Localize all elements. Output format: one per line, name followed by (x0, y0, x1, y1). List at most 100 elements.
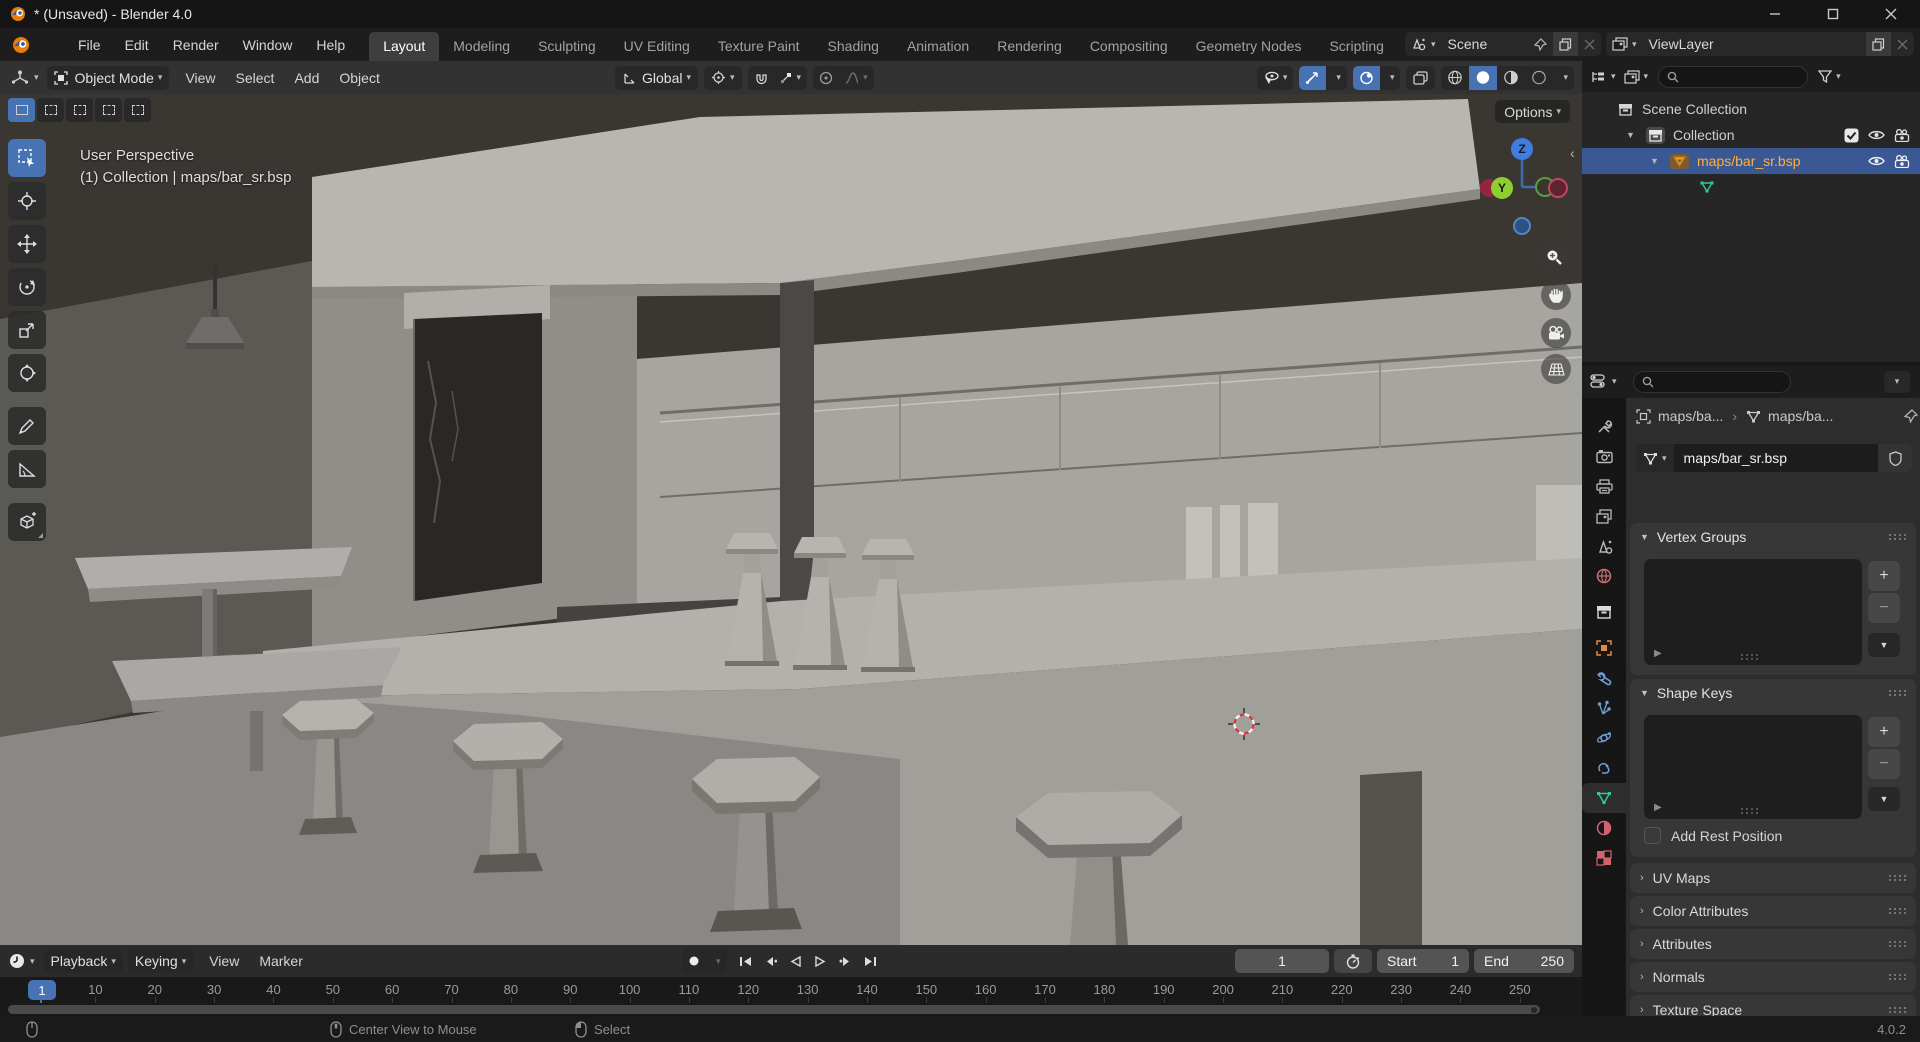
tab-modifiers[interactable] (1582, 663, 1626, 693)
outliner-row-scene-collection[interactable]: Scene Collection (1582, 96, 1920, 122)
select-mode-intersect[interactable] (124, 98, 151, 122)
list-expand-icon[interactable]: ▶ (1654, 802, 1662, 813)
outliner-row-object-selected[interactable]: ▼ maps/bar_sr.bsp (1582, 148, 1920, 174)
use-preview-range-button[interactable] (1334, 949, 1372, 973)
shading-wireframe-button[interactable] (1441, 66, 1469, 90)
shape-key-specials-dropdown[interactable]: ▼ (1868, 787, 1900, 811)
unlink-scene-icon[interactable] (1578, 32, 1601, 56)
list-expand-icon[interactable]: ▶ (1654, 648, 1662, 659)
tab-world[interactable] (1582, 561, 1626, 591)
shape-keys-panel-header[interactable]: ▼ Shape Keys (1630, 679, 1916, 707)
close-button[interactable] (1862, 0, 1920, 28)
vertex-groups-list[interactable]: ▶ (1644, 559, 1862, 665)
scrollbar-knob[interactable] (1531, 1007, 1537, 1013)
menu-file[interactable]: File (66, 32, 113, 58)
axis-z-ball[interactable]: Z (1511, 138, 1533, 160)
shading-rendered-button[interactable] (1525, 66, 1553, 90)
tab-scripting[interactable]: Scripting (1315, 32, 1397, 61)
overlays-dropdown[interactable]: ▾ (1380, 66, 1401, 90)
show-gizmo-toggle[interactable] (1299, 66, 1326, 90)
pin-icon[interactable] (1904, 409, 1918, 423)
properties-editor-icon[interactable]: ▾ (1590, 374, 1617, 389)
disable-render-camera-icon[interactable] (1894, 129, 1910, 142)
tab-view-layer[interactable] (1582, 501, 1626, 531)
vertex-group-specials-dropdown[interactable]: ▼ (1868, 633, 1900, 657)
drag-grip-icon[interactable] (1888, 940, 1906, 948)
end-frame-field[interactable]: End 250 (1474, 949, 1574, 973)
tab-tool[interactable] (1582, 411, 1626, 441)
tab-geometry-nodes[interactable]: Geometry Nodes (1182, 32, 1316, 61)
viewlayer-icon[interactable]: ▾ (1606, 32, 1643, 56)
prev-keyframe-button[interactable] (760, 950, 781, 972)
add-rest-position-checkbox[interactable] (1644, 827, 1661, 844)
drag-grip-icon[interactable] (1888, 874, 1906, 882)
panel-attributes[interactable]: ›Attributes (1630, 929, 1916, 959)
start-frame-field[interactable]: Start 1 (1377, 949, 1469, 973)
timeline-editor-icon[interactable]: ▾ (8, 953, 35, 969)
tab-uv-editing[interactable]: UV Editing (610, 32, 704, 61)
selectability-visibility-dropdown[interactable]: ▾ (1257, 66, 1294, 90)
viewport-menu-object[interactable]: Object (329, 66, 389, 90)
pan-button[interactable] (1541, 280, 1571, 310)
fake-user-shield-button[interactable] (1878, 444, 1912, 472)
menu-marker[interactable]: Marker (249, 949, 313, 973)
tool-transform[interactable] (8, 354, 46, 392)
blender-menu-icon[interactable] (12, 36, 30, 54)
tool-annotate[interactable] (8, 407, 46, 445)
list-resize-grip-icon[interactable] (1740, 807, 1758, 815)
tool-measure[interactable] (8, 450, 46, 488)
properties-search-input[interactable] (1633, 371, 1791, 393)
display-mode-icon[interactable]: ▾ (1624, 70, 1649, 84)
xray-toggle[interactable] (1406, 66, 1435, 90)
menu-edit[interactable]: Edit (113, 32, 161, 58)
orthographic-toggle-button[interactable] (1541, 354, 1571, 384)
tool-cursor[interactable] (8, 182, 46, 220)
play-button[interactable] (810, 950, 831, 972)
camera-view-button[interactable] (1541, 318, 1571, 348)
timeline-ruler[interactable]: 1 10203040506070809010011012013014015016… (0, 977, 1582, 1003)
disable-render-camera-icon[interactable] (1894, 155, 1910, 168)
snap-toggle[interactable] (748, 66, 774, 90)
expand-arrow-icon[interactable]: ▼ (1650, 156, 1662, 166)
shading-dropdown[interactable]: ▾ (1553, 66, 1574, 90)
tab-sculpting[interactable]: Sculpting (524, 32, 610, 61)
properties-options-dropdown[interactable]: ▾ (1884, 371, 1910, 393)
menu-window[interactable]: Window (231, 32, 305, 58)
gizmo-dropdown[interactable]: ▾ (1326, 66, 1347, 90)
drag-grip-icon[interactable] (1888, 533, 1906, 541)
tab-physics[interactable] (1582, 723, 1626, 753)
auto-key-record-button[interactable] (682, 949, 706, 973)
scene-icon[interactable]: ▾ (1405, 32, 1442, 56)
menu-render[interactable]: Render (161, 32, 231, 58)
tab-material[interactable] (1582, 813, 1626, 843)
select-mode-invert[interactable] (95, 98, 122, 122)
outliner-editor-icon[interactable]: ▾ (1590, 70, 1616, 84)
auto-key-dropdown[interactable]: ▾ (706, 949, 727, 973)
filter-icon[interactable]: ▾ (1818, 70, 1841, 83)
tool-select-box[interactable] (8, 139, 46, 177)
list-resize-grip-icon[interactable] (1740, 653, 1758, 661)
current-frame-field[interactable]: 1 (1235, 949, 1329, 973)
new-scene-icon[interactable] (1553, 32, 1578, 56)
play-reverse-button[interactable] (785, 950, 806, 972)
tool-move[interactable] (8, 225, 46, 263)
timeline-scrollbar[interactable] (8, 1005, 1540, 1014)
viewlayer-name[interactable]: ViewLayer (1643, 32, 1866, 56)
viewlayer-selector[interactable]: ▾ ViewLayer (1606, 32, 1914, 56)
snap-with-dropdown[interactable]: ▾ (774, 66, 808, 90)
tab-modeling[interactable]: Modeling (439, 32, 524, 61)
tab-render[interactable] (1582, 441, 1626, 471)
tab-particles[interactable] (1582, 693, 1626, 723)
vertex-groups-panel-header[interactable]: ▼ Vertex Groups (1630, 523, 1916, 551)
panel-texture-space[interactable]: ›Texture Space (1630, 995, 1916, 1016)
hide-eye-icon[interactable] (1868, 155, 1885, 167)
playback-dropdown[interactable]: Playback ▾ (44, 949, 123, 973)
tab-scene[interactable] (1582, 531, 1626, 561)
menu-help[interactable]: Help (304, 32, 357, 58)
tab-collection[interactable] (1582, 597, 1626, 627)
tab-layout[interactable]: Layout (369, 32, 439, 61)
mode-dropdown[interactable]: Object Mode ▾ (47, 66, 170, 90)
outliner-row-collection[interactable]: ▼ Collection (1582, 122, 1920, 148)
select-mode-set[interactable] (8, 98, 35, 122)
tab-output[interactable] (1582, 471, 1626, 501)
